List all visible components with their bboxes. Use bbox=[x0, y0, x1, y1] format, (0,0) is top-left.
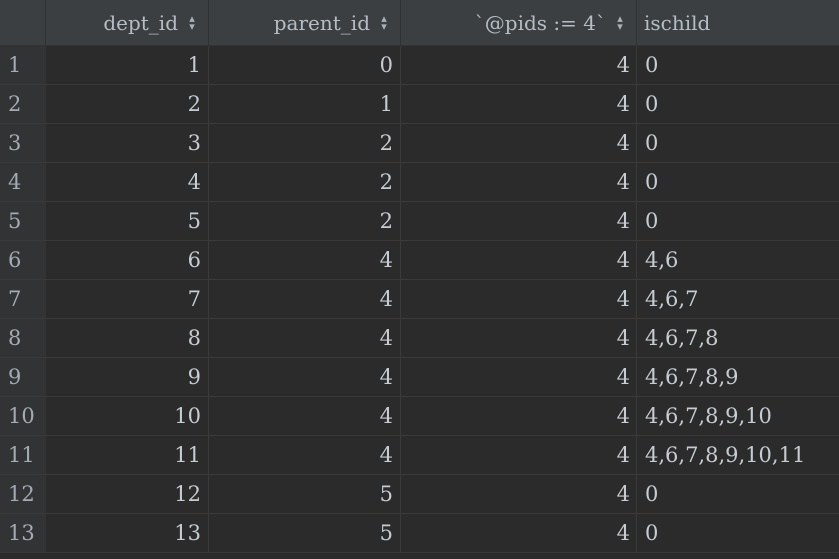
cell-parent-id[interactable]: 4 bbox=[209, 241, 401, 279]
table-row[interactable]: 8 8 4 4 4,6,7,8 bbox=[0, 319, 839, 358]
result-grid: dept_id ▴ ▾ parent_id ▴ ▾ `@pids := 4` ▴ ▾ … bbox=[0, 0, 839, 559]
row-number: 4 bbox=[0, 163, 46, 201]
cell-ischild[interactable]: 4,6,7,8,9,10,11 bbox=[637, 436, 839, 474]
cell-ischild[interactable]: 4,6,7,8 bbox=[637, 319, 839, 357]
cell-parent-id[interactable]: 2 bbox=[209, 163, 401, 201]
column-header-label: ischild bbox=[644, 11, 711, 35]
cell-parent-id[interactable]: 4 bbox=[209, 436, 401, 474]
cell-pids[interactable]: 4 bbox=[401, 280, 637, 318]
row-number: 6 bbox=[0, 241, 46, 279]
cell-dept-id[interactable]: 3 bbox=[46, 124, 209, 162]
cell-parent-id[interactable]: 4 bbox=[209, 319, 401, 357]
cell-dept-id[interactable]: 2 bbox=[46, 85, 209, 123]
row-number: 2 bbox=[0, 85, 46, 123]
cell-dept-id[interactable]: 10 bbox=[46, 397, 209, 435]
cell-dept-id[interactable]: 13 bbox=[46, 514, 209, 552]
column-header-label: dept_id bbox=[103, 11, 178, 35]
cell-parent-id[interactable]: 2 bbox=[209, 124, 401, 162]
table-body: 1 1 0 4 0 2 2 1 4 0 3 3 2 4 0 4 4 2 4 0 5 5 2 4 0 6 6 4 4 4,6 7 7 4 4 4,6,… bbox=[0, 46, 839, 553]
column-header-pids[interactable]: `@pids := 4` ▴ ▾ bbox=[401, 0, 637, 46]
cell-dept-id[interactable]: 12 bbox=[46, 475, 209, 513]
column-header-label: `@pids := 4` bbox=[474, 11, 606, 35]
table-row[interactable]: 55240 bbox=[0, 202, 839, 241]
row-number: 5 bbox=[0, 202, 46, 240]
cell-pids[interactable]: 4 bbox=[401, 46, 637, 84]
cell-pids[interactable]: 4 bbox=[401, 475, 637, 513]
column-header-label: parent_id bbox=[273, 11, 370, 35]
sort-arrows-icon[interactable]: ▴ ▾ bbox=[188, 13, 196, 32]
cell-dept-id[interactable]: 9 bbox=[46, 358, 209, 396]
cell-pids[interactable]: 4 bbox=[401, 85, 637, 123]
table-row[interactable]: 33240 bbox=[0, 124, 839, 163]
cell-ischild[interactable]: 4,6 bbox=[637, 241, 839, 279]
cell-ischild[interactable]: 0 bbox=[637, 85, 839, 123]
row-number: 3 bbox=[0, 124, 46, 162]
cell-ischild[interactable]: 4,6,7,8,9,10 bbox=[637, 397, 839, 435]
table-row[interactable]: 9 9 4 4 4,6,7,8,9 bbox=[0, 358, 839, 397]
column-header-dept-id[interactable]: dept_id ▴ ▾ bbox=[46, 0, 209, 46]
table-row[interactable]: 10 10 4 4 4,6,7,8,9,10 bbox=[0, 397, 839, 436]
sort-arrows-icon[interactable]: ▴ ▾ bbox=[380, 13, 388, 32]
cell-parent-id[interactable]: 4 bbox=[209, 358, 401, 396]
row-number: 7 bbox=[0, 280, 46, 318]
cell-pids[interactable]: 4 bbox=[401, 397, 637, 435]
cell-ischild[interactable]: 0 bbox=[637, 124, 839, 162]
table-row[interactable]: 22140 bbox=[0, 85, 839, 124]
cell-pids[interactable]: 4 bbox=[401, 358, 637, 396]
cell-pids[interactable]: 4 bbox=[401, 319, 637, 357]
cell-parent-id[interactable]: 5 bbox=[209, 475, 401, 513]
row-number: 9 bbox=[0, 358, 46, 396]
column-header-ischild[interactable]: ischild bbox=[637, 0, 839, 46]
cell-pids[interactable]: 4 bbox=[401, 514, 637, 552]
cell-dept-id[interactable]: 6 bbox=[46, 241, 209, 279]
row-number: 13 bbox=[0, 514, 46, 552]
cell-ischild[interactable]: 4,6,7 bbox=[637, 280, 839, 318]
table-row[interactable]: 11 11 4 4 4,6,7,8,9,10,11 bbox=[0, 436, 839, 475]
table-row[interactable]: 44240 bbox=[0, 163, 839, 202]
row-number: 11 bbox=[0, 436, 46, 474]
table-row[interactable]: 11040 bbox=[0, 46, 839, 85]
cell-pids[interactable]: 4 bbox=[401, 163, 637, 201]
cell-pids[interactable]: 4 bbox=[401, 202, 637, 240]
cell-parent-id[interactable]: 5 bbox=[209, 514, 401, 552]
cell-ischild[interactable]: 0 bbox=[637, 475, 839, 513]
cell-dept-id[interactable]: 4 bbox=[46, 163, 209, 201]
cell-ischild[interactable]: 0 bbox=[637, 514, 839, 552]
cell-parent-id[interactable]: 1 bbox=[209, 85, 401, 123]
cell-dept-id[interactable]: 11 bbox=[46, 436, 209, 474]
cell-ischild[interactable]: 0 bbox=[637, 46, 839, 84]
row-number-header bbox=[0, 0, 46, 46]
table-row[interactable]: 7 7 4 4 4,6,7 bbox=[0, 280, 839, 319]
table-row[interactable]: 6 6 4 4 4,6 bbox=[0, 241, 839, 280]
cell-parent-id[interactable]: 4 bbox=[209, 280, 401, 318]
cell-dept-id[interactable]: 5 bbox=[46, 202, 209, 240]
cell-parent-id[interactable]: 4 bbox=[209, 397, 401, 435]
row-number: 8 bbox=[0, 319, 46, 357]
row-number: 10 bbox=[0, 397, 46, 435]
cell-pids[interactable]: 4 bbox=[401, 124, 637, 162]
table-row[interactable]: 13 13 5 4 0 bbox=[0, 514, 839, 553]
row-number: 12 bbox=[0, 475, 46, 513]
column-header-row: dept_id ▴ ▾ parent_id ▴ ▾ `@pids := 4` ▴ ▾ … bbox=[0, 0, 839, 46]
cell-ischild[interactable]: 4,6,7,8,9 bbox=[637, 358, 839, 396]
cell-dept-id[interactable]: 7 bbox=[46, 280, 209, 318]
cell-ischild[interactable]: 0 bbox=[637, 163, 839, 201]
row-number: 1 bbox=[0, 46, 46, 84]
cell-ischild[interactable]: 0 bbox=[637, 202, 839, 240]
cell-pids[interactable]: 4 bbox=[401, 241, 637, 279]
table-row[interactable]: 12 12 5 4 0 bbox=[0, 475, 839, 514]
sort-arrows-icon[interactable]: ▴ ▾ bbox=[616, 13, 624, 32]
cell-dept-id[interactable]: 8 bbox=[46, 319, 209, 357]
cell-parent-id[interactable]: 2 bbox=[209, 202, 401, 240]
cell-pids[interactable]: 4 bbox=[401, 436, 637, 474]
cell-parent-id[interactable]: 0 bbox=[209, 46, 401, 84]
cell-dept-id[interactable]: 1 bbox=[46, 46, 209, 84]
column-header-parent-id[interactable]: parent_id ▴ ▾ bbox=[209, 0, 401, 46]
